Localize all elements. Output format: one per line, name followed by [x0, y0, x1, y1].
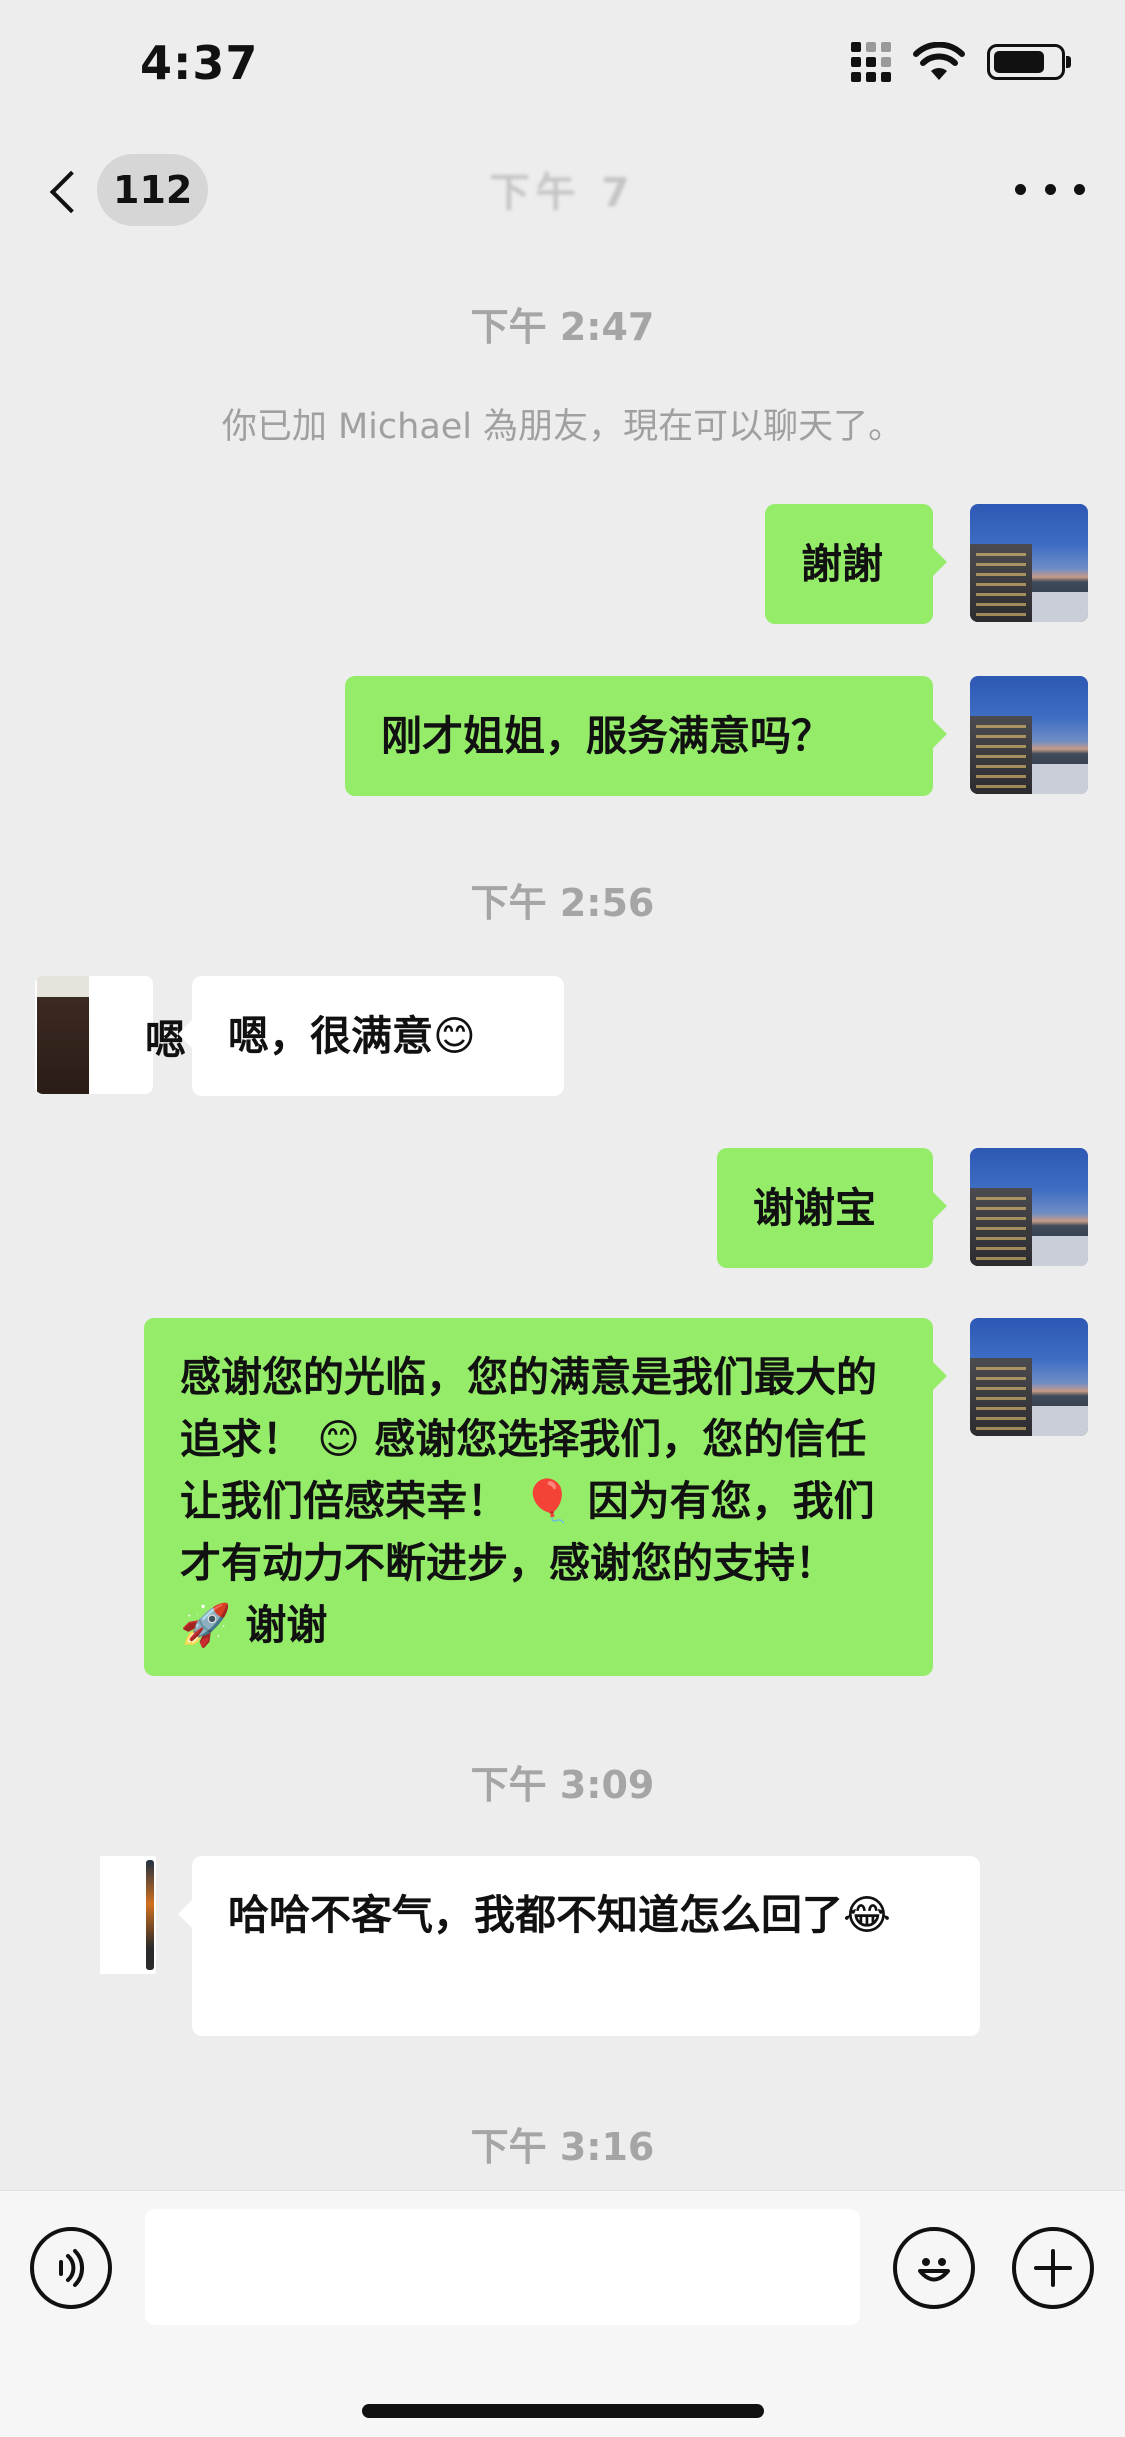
- plus-icon: [1034, 2249, 1072, 2287]
- more-actions-button[interactable]: [1012, 2227, 1094, 2309]
- emoji-icon: [918, 2258, 950, 2282]
- more-dot: [1074, 183, 1085, 195]
- status-time: 4:37: [140, 36, 259, 90]
- my-avatar[interactable]: [970, 676, 1088, 794]
- contact-avatar[interactable]: [35, 976, 153, 1094]
- message-timestamp: 下午 3:16: [470, 2125, 655, 2169]
- message-input[interactable]: [145, 2209, 860, 2325]
- cellular-signal-icon: [851, 42, 891, 82]
- voice-icon: [59, 2249, 85, 2287]
- more-dot: [1044, 183, 1056, 195]
- my-avatar[interactable]: [970, 1318, 1088, 1436]
- chat-header: 112 下午 7: [0, 140, 1125, 240]
- message-bubble-received[interactable]: 嗯，很满意😊: [178, 976, 564, 1096]
- status-bar: 4:37: [0, 0, 1125, 130]
- battery-icon: [987, 44, 1071, 80]
- message-timestamp: 下午 2:47: [470, 305, 655, 349]
- message-bubble-sent[interactable]: 謝謝: [765, 504, 947, 624]
- voice-button[interactable]: [30, 2227, 112, 2309]
- status-icons: [851, 42, 1071, 82]
- message-bubble-sent[interactable]: 谢谢宝: [717, 1148, 947, 1268]
- more-options-button[interactable]: [1015, 164, 1085, 214]
- system-message: 你已加 Michael 為朋友，現在可以聊天了。: [221, 407, 904, 447]
- emoji-button[interactable]: [893, 2227, 975, 2309]
- message-timestamp: 下午 3:09: [470, 1763, 655, 1807]
- my-avatar[interactable]: [970, 504, 1088, 622]
- message-bubble-received[interactable]: 哈哈不客气，我都不知道怎么回了😂: [178, 1856, 980, 2036]
- chat-title: 下午 7: [489, 170, 636, 216]
- input-bar: [0, 2190, 1125, 2437]
- more-dot: [1015, 183, 1026, 195]
- home-indicator[interactable]: [362, 2404, 764, 2418]
- message-timestamp: 下午 2:56: [470, 881, 655, 925]
- message-bubble-sent[interactable]: 刚才姐姐，服务满意吗？: [345, 676, 947, 796]
- message-bubble-sent[interactable]: 感谢您的光临，您的满意是我们最大的追求！ 😊 感谢您选择我们，您的信任让我们倍感…: [144, 1318, 947, 1676]
- my-avatar[interactable]: [970, 1148, 1088, 1266]
- wifi-icon: [913, 42, 965, 80]
- contact-avatar[interactable]: [0, 1856, 160, 1974]
